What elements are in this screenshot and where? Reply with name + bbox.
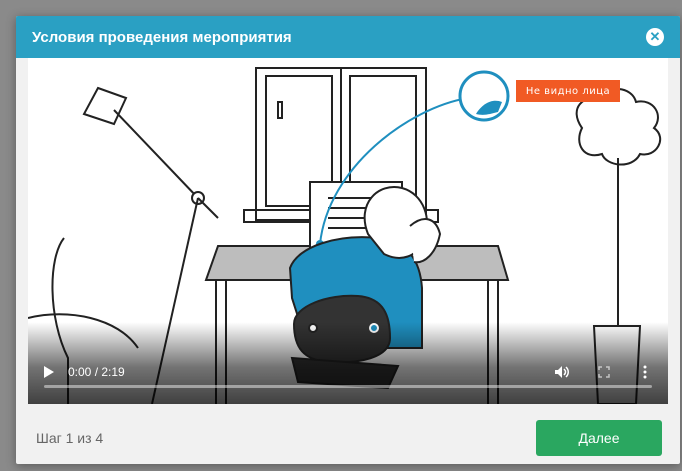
modal-header: Условия проведения мероприятия ✕: [16, 16, 680, 58]
next-button[interactable]: Далее: [536, 420, 662, 456]
video-player[interactable]: Не видно лица 0:00 / 2:19: [28, 58, 668, 404]
annotation-badge: Не видно лица: [516, 80, 620, 102]
controls-row: 0:00 / 2:19: [28, 362, 668, 382]
more-options-icon[interactable]: [642, 365, 648, 379]
close-icon[interactable]: ✕: [646, 28, 664, 46]
play-icon[interactable]: [42, 365, 56, 379]
video-progress-bar[interactable]: [44, 385, 652, 388]
video-controls: 0:00 / 2:19: [28, 322, 668, 404]
modal-dialog: Условия проведения мероприятия ✕ Не видн…: [16, 16, 680, 464]
volume-icon[interactable]: [554, 365, 570, 379]
fullscreen-icon[interactable]: [598, 366, 610, 378]
modal-footer: Шаг 1 из 4 Далее: [16, 412, 680, 464]
step-indicator: Шаг 1 из 4: [36, 430, 104, 446]
modal-title: Условия проведения мероприятия: [32, 28, 292, 46]
time-display: 0:00 / 2:19: [68, 365, 125, 379]
